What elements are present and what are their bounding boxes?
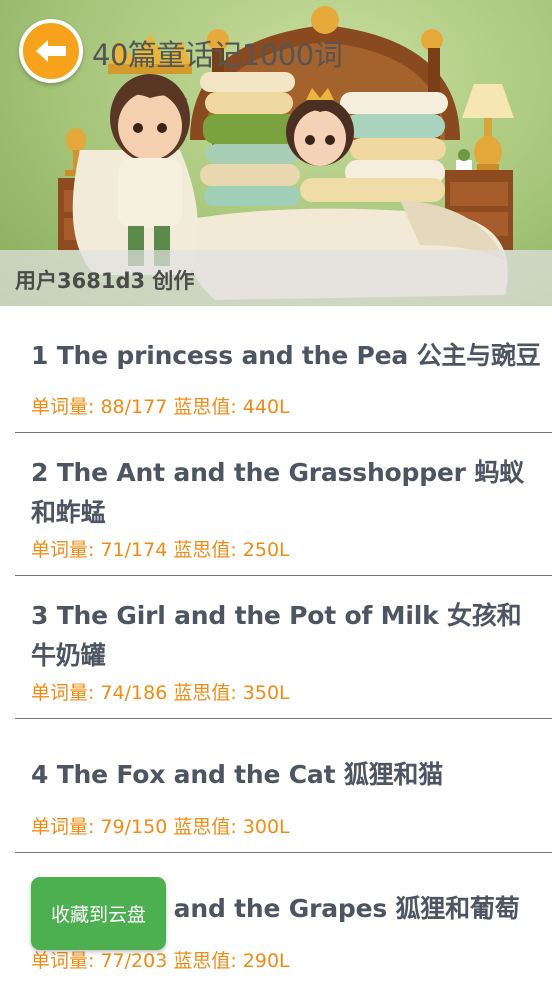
book-title: 40篇童话记1000词: [92, 38, 343, 72]
list-item[interactable]: 2 The Ant and the Grasshopper 蚂蚁和蚱蜢 单词量:…: [0, 433, 552, 576]
story-title: 1 The princess and the Pea 公主与豌豆: [31, 341, 541, 370]
list-item[interactable]: 3 The Girl and the Pot of Milk 女孩和牛奶罐 单词…: [0, 576, 552, 719]
story-title: 3 The Girl and the Pot of Milk 女孩和牛奶罐: [31, 601, 522, 670]
author-label: 用户3681d3 创作: [15, 269, 195, 293]
save-to-cloud-button[interactable]: 收藏到云盘: [31, 877, 166, 950]
story-meta: 单词量: 77/203 蓝思值: 290L: [31, 950, 290, 972]
story-meta: 单词量: 79/150 蓝思值: 300L: [31, 816, 290, 838]
arrow-left-icon: [36, 40, 66, 62]
list-item[interactable]: 4 The Fox and the Cat 狐狸和猫 单词量: 79/150 蓝…: [0, 719, 552, 853]
cover-banner: 40篇童话记1000词 用户3681d3 创作: [0, 0, 552, 306]
story-meta: 单词量: 88/177 蓝思值: 440L: [31, 396, 290, 418]
story-title: 4 The Fox and the Cat 狐狸和猫: [31, 760, 444, 789]
list-item[interactable]: 1 The princess and the Pea 公主与豌豆 单词量: 88…: [0, 306, 552, 433]
story-meta: 单词量: 74/186 蓝思值: 350L: [31, 682, 290, 704]
story-meta: 单词量: 71/174 蓝思值: 250L: [31, 539, 290, 561]
story-title: 2 The Ant and the Grasshopper 蚂蚁和蚱蜢: [31, 458, 524, 527]
back-button[interactable]: [19, 19, 83, 83]
